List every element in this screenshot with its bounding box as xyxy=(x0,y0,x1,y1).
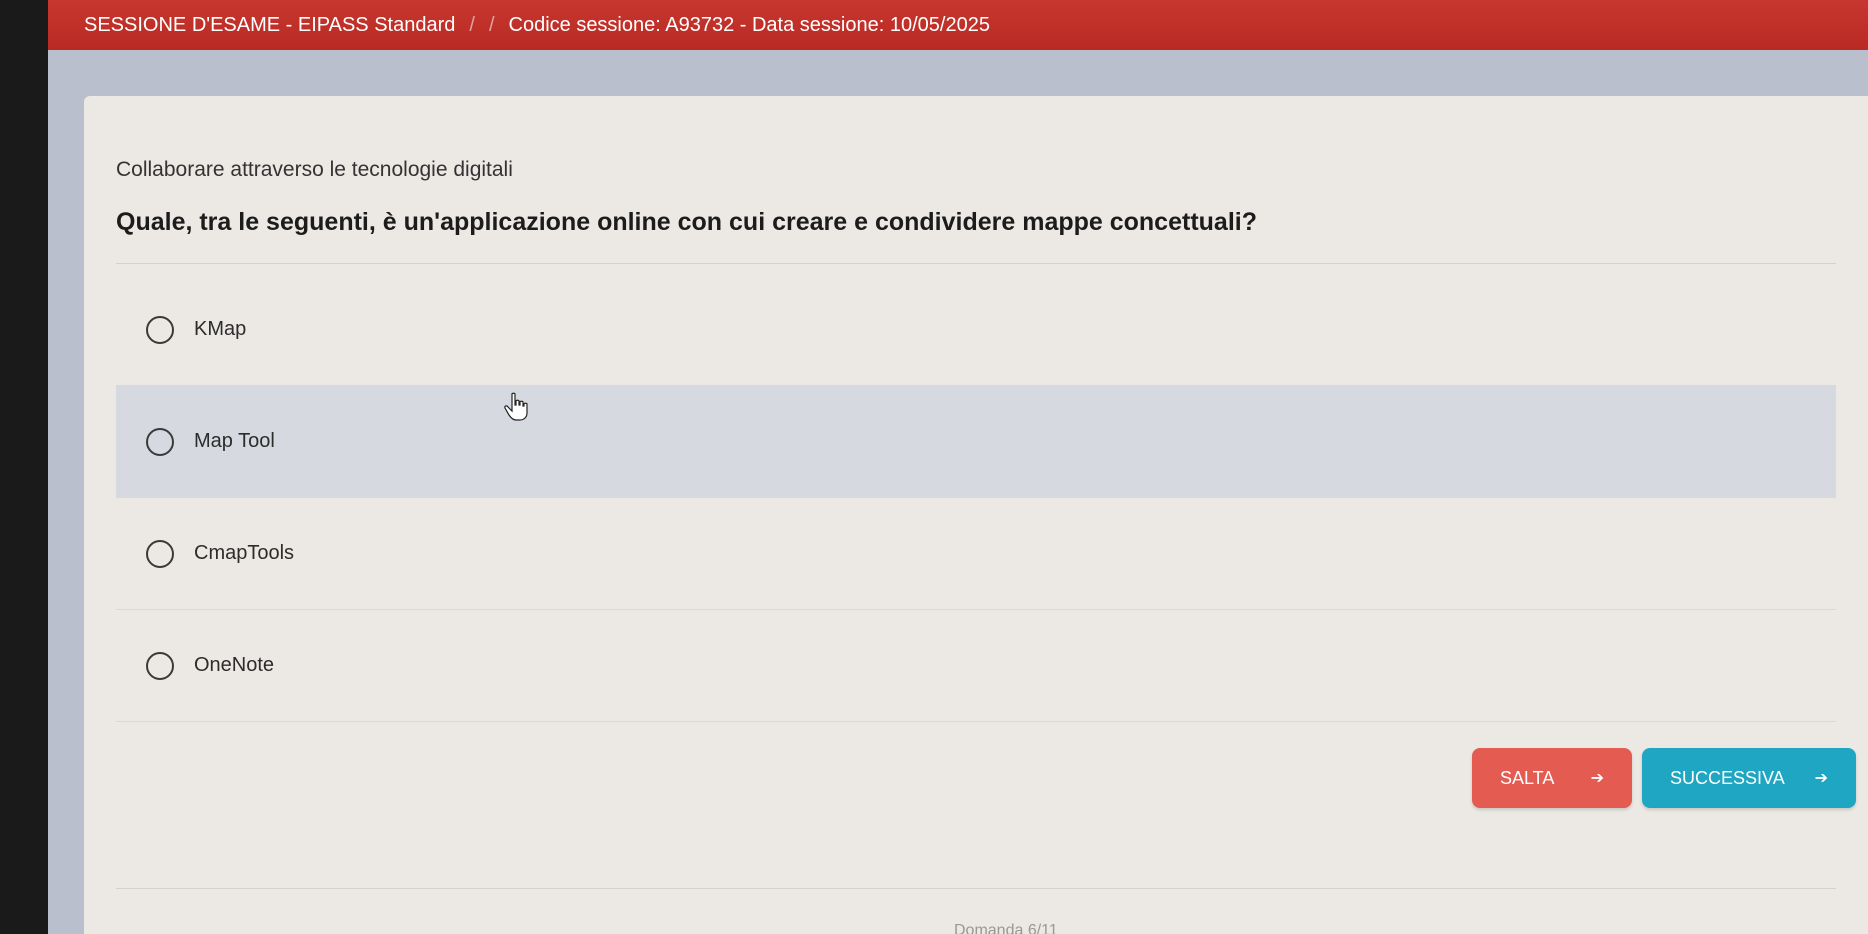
answer-option-map-tool[interactable]: Map Tool xyxy=(116,386,1836,498)
header-separator: / xyxy=(488,13,495,36)
exam-screen: SESSIONE D'ESAME - EIPASS Standard / / C… xyxy=(48,0,1868,934)
session-title: SESSIONE D'ESAME - EIPASS Standard xyxy=(84,13,456,36)
radio-button[interactable] xyxy=(146,427,174,456)
next-button[interactable]: SUCCESSIVA ➔ xyxy=(1642,748,1856,808)
radio-button[interactable] xyxy=(146,315,174,344)
radio-button[interactable] xyxy=(146,651,174,680)
answer-option-kmap[interactable]: KMap xyxy=(116,274,1836,386)
hand-pointer-icon xyxy=(504,392,528,421)
answer-option-onenote[interactable]: OneNote xyxy=(116,610,1836,722)
answer-label: CmapTools xyxy=(194,542,295,564)
radio-button[interactable] xyxy=(146,539,174,568)
skip-button-label: SALTA xyxy=(1500,767,1555,788)
arrow-right-icon: ➔ xyxy=(1814,770,1828,787)
answer-label: OneNote xyxy=(194,654,275,676)
next-button-label: SUCCESSIVA xyxy=(1670,767,1785,788)
page-indicator: Domanda 6/11 xyxy=(954,922,1058,934)
divider xyxy=(116,888,1836,889)
navigation-buttons: SALTA ➔ SUCCESSIVA ➔ xyxy=(1472,748,1856,808)
answer-label: KMap xyxy=(194,318,247,340)
question-category: Collaborare attraverso le tecnologie dig… xyxy=(116,158,513,181)
arrow-right-icon: ➔ xyxy=(1590,770,1604,787)
session-info: Codice sessione: A93732 - Data sessione:… xyxy=(508,13,990,36)
header-separator: / xyxy=(469,13,475,36)
question-text: Quale, tra le seguenti, è un'applicazion… xyxy=(116,208,1257,236)
skip-button[interactable]: SALTA ➔ xyxy=(1472,748,1632,808)
divider xyxy=(116,263,1836,264)
header-bar: SESSIONE D'ESAME - EIPASS Standard / / C… xyxy=(48,0,1868,50)
answer-option-cmaptools[interactable]: CmapTools xyxy=(116,498,1836,610)
question-card: Collaborare attraverso le tecnologie dig… xyxy=(84,96,1868,934)
answer-list: KMap Map Tool CmapTools OneNote xyxy=(116,274,1836,722)
answer-label: Map Tool xyxy=(194,430,275,452)
